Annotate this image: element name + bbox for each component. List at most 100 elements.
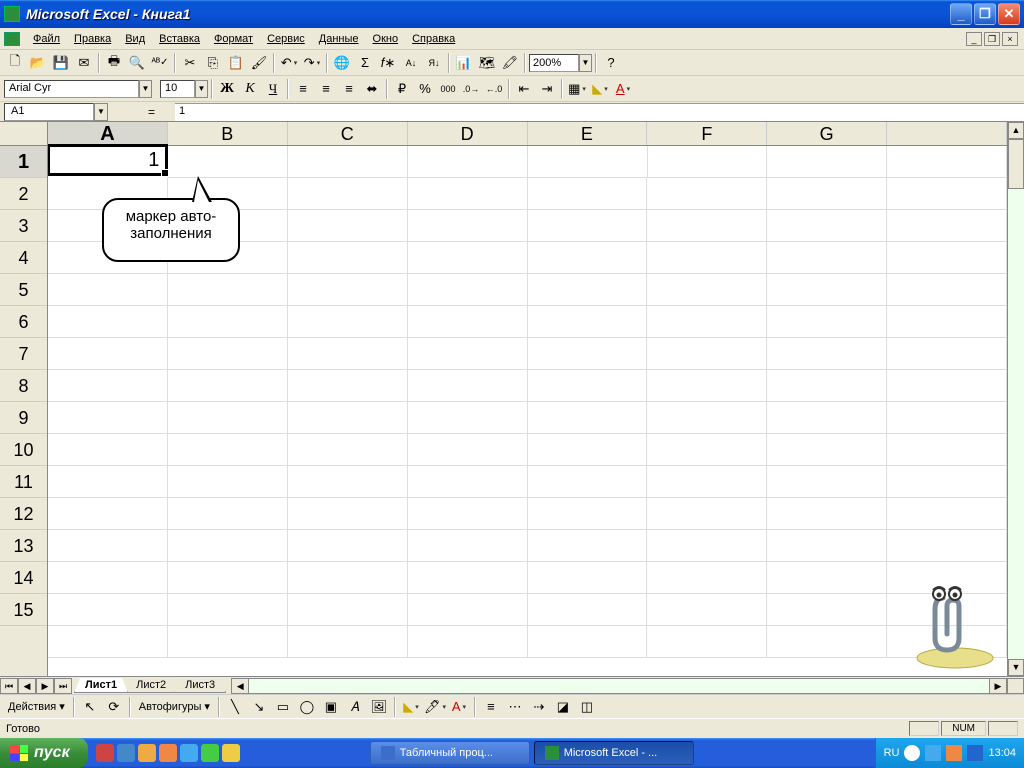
document-control-icon[interactable]: [4, 32, 20, 46]
cell[interactable]: [767, 274, 887, 306]
help-button[interactable]: ?: [600, 52, 622, 74]
dash-style-button[interactable]: ⋯: [504, 696, 526, 718]
row-header-12[interactable]: 12: [0, 498, 47, 530]
cell[interactable]: [767, 402, 887, 434]
cell[interactable]: [168, 626, 288, 658]
menu-help[interactable]: Справка: [405, 31, 462, 47]
menu-format[interactable]: Формат: [207, 31, 260, 47]
cell[interactable]: [647, 306, 767, 338]
ql-icon[interactable]: [159, 744, 177, 762]
cell[interactable]: [528, 146, 648, 178]
hyperlink-button[interactable]: 🌐: [331, 52, 353, 74]
cell[interactable]: [528, 370, 648, 402]
cell[interactable]: [887, 370, 1007, 402]
row-header-6[interactable]: 6: [0, 306, 47, 338]
doc-close-button[interactable]: ×: [1002, 32, 1018, 46]
cell[interactable]: [288, 594, 408, 626]
vertical-scrollbar[interactable]: ▲ ▼: [1007, 122, 1024, 676]
cell[interactable]: [767, 434, 887, 466]
font-size-dropdown-icon[interactable]: ▼: [195, 80, 208, 98]
cell[interactable]: [887, 274, 1007, 306]
cell[interactable]: [48, 402, 168, 434]
cell[interactable]: [48, 306, 168, 338]
row-header-7[interactable]: 7: [0, 338, 47, 370]
rectangle-button[interactable]: ▭: [272, 696, 294, 718]
arrow-style-button[interactable]: ⇢: [528, 696, 550, 718]
cell[interactable]: [767, 178, 887, 210]
tray-icon[interactable]: [904, 745, 920, 761]
ql-icon[interactable]: [117, 744, 135, 762]
cell[interactable]: [288, 242, 408, 274]
shadow-button[interactable]: ◪: [552, 696, 574, 718]
cell[interactable]: [408, 562, 528, 594]
cell[interactable]: [887, 466, 1007, 498]
cell[interactable]: [408, 370, 528, 402]
tab-nav-first[interactable]: ⏮: [0, 678, 18, 694]
ql-icon[interactable]: [201, 744, 219, 762]
cell[interactable]: [48, 274, 168, 306]
cell[interactable]: [288, 370, 408, 402]
col-header-f[interactable]: F: [647, 122, 767, 145]
cell[interactable]: [288, 178, 408, 210]
line-button[interactable]: ╲: [224, 696, 246, 718]
cell[interactable]: [528, 530, 648, 562]
cell[interactable]: [288, 210, 408, 242]
cell[interactable]: [288, 146, 408, 178]
col-header-h[interactable]: [887, 122, 1007, 145]
scroll-up-button[interactable]: ▲: [1008, 122, 1024, 139]
drawing-actions-menu[interactable]: Действия ▾: [4, 698, 69, 715]
font-size-combobox[interactable]: 10: [160, 80, 195, 98]
redo-button[interactable]: ↷: [301, 52, 323, 74]
row-header-5[interactable]: 5: [0, 274, 47, 306]
3d-button[interactable]: ◫: [576, 696, 598, 718]
decrease-indent-button[interactable]: ⇤: [513, 78, 535, 100]
cell[interactable]: [647, 338, 767, 370]
cell[interactable]: [408, 210, 528, 242]
cell[interactable]: [528, 562, 648, 594]
cell[interactable]: [647, 562, 767, 594]
cell[interactable]: [887, 210, 1007, 242]
arrow-button[interactable]: ↘: [248, 696, 270, 718]
cell[interactable]: [767, 338, 887, 370]
cell[interactable]: [48, 594, 168, 626]
autosum-button[interactable]: Σ: [354, 52, 376, 74]
copy-button[interactable]: ⎘: [202, 52, 224, 74]
menu-insert[interactable]: Вставка: [152, 31, 207, 47]
cell[interactable]: [767, 466, 887, 498]
sheet-tab-2[interactable]: Лист2: [125, 678, 177, 693]
cell[interactable]: [887, 530, 1007, 562]
cell[interactable]: [168, 530, 288, 562]
col-header-e[interactable]: E: [528, 122, 648, 145]
email-button[interactable]: ✉: [73, 52, 95, 74]
map-button[interactable]: 🗺: [476, 52, 498, 74]
col-header-g[interactable]: G: [767, 122, 887, 145]
scroll-track[interactable]: [1008, 189, 1024, 659]
cell[interactable]: [288, 338, 408, 370]
cell[interactable]: [767, 210, 887, 242]
formula-equals-icon[interactable]: =: [108, 105, 175, 119]
col-header-d[interactable]: D: [408, 122, 528, 145]
tab-nav-prev[interactable]: ◀: [18, 678, 36, 694]
cell[interactable]: [168, 594, 288, 626]
cut-button[interactable]: ✂: [179, 52, 201, 74]
open-button[interactable]: 📂: [27, 52, 49, 74]
start-button[interactable]: пуск: [0, 738, 88, 768]
col-header-a[interactable]: A: [48, 122, 168, 145]
cell[interactable]: [887, 306, 1007, 338]
cell[interactable]: [528, 274, 648, 306]
menu-view[interactable]: Вид: [118, 31, 152, 47]
cell[interactable]: [767, 242, 887, 274]
ql-icon[interactable]: [96, 744, 114, 762]
scroll-thumb[interactable]: [1008, 139, 1024, 189]
align-left-button[interactable]: ≡: [292, 78, 314, 100]
fill-color-button[interactable]: ◣: [589, 78, 611, 100]
tab-nav-next[interactable]: ▶: [36, 678, 54, 694]
row-header-8[interactable]: 8: [0, 370, 47, 402]
undo-button[interactable]: ↶: [278, 52, 300, 74]
cell[interactable]: [48, 530, 168, 562]
sheet-tab-3[interactable]: Лист3: [174, 678, 226, 693]
cell[interactable]: [887, 434, 1007, 466]
rotate-button[interactable]: ⟳: [103, 696, 125, 718]
cell[interactable]: [168, 466, 288, 498]
doc-restore-button[interactable]: ❐: [984, 32, 1000, 46]
